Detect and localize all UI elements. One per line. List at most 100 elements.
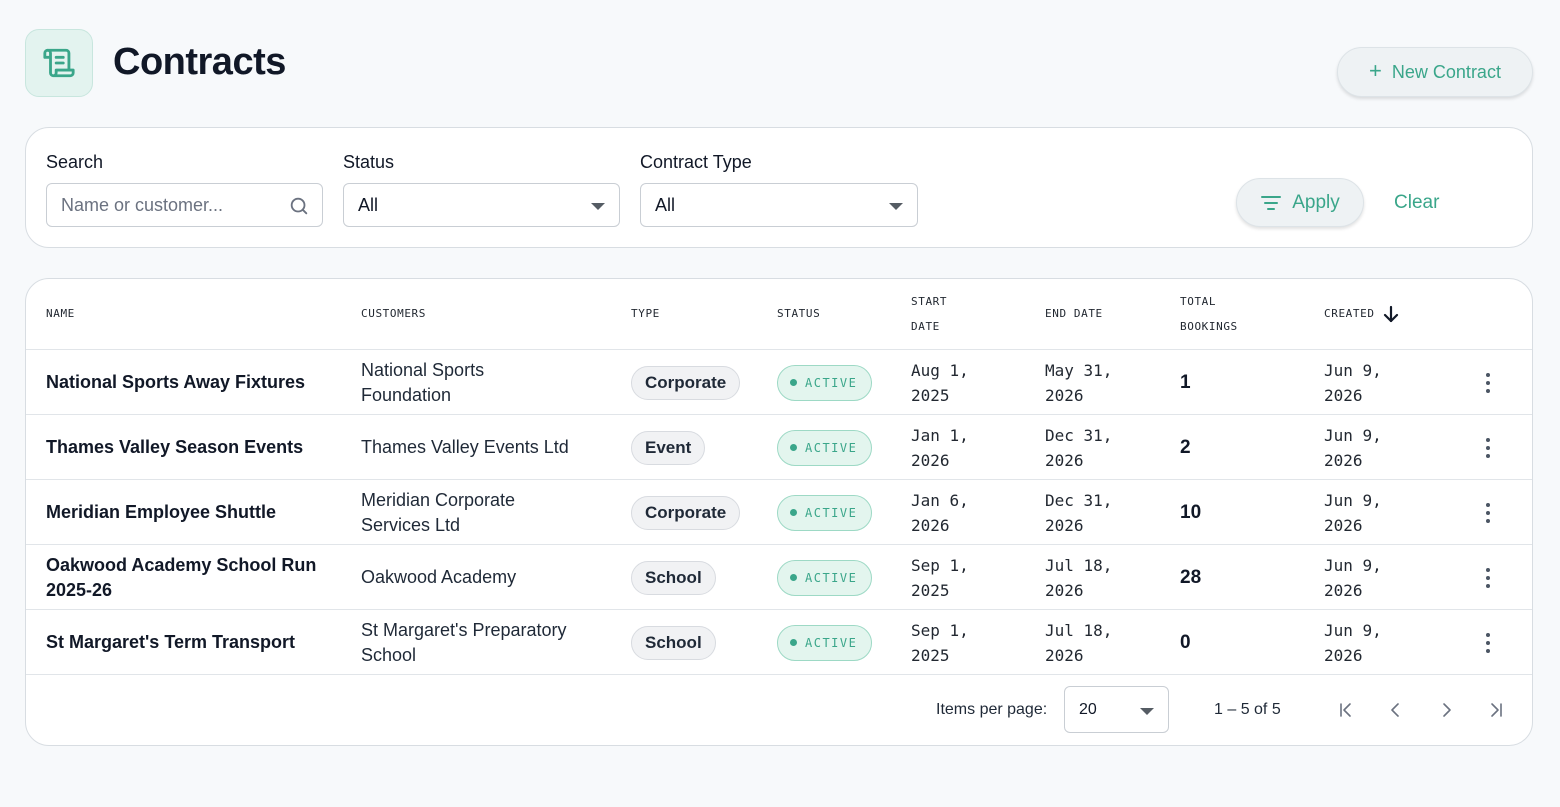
status-select[interactable]: All — [343, 183, 620, 227]
total-bookings: 10 — [1180, 501, 1202, 523]
row-actions-button[interactable] — [1476, 350, 1500, 415]
start-date-line2: 2025 — [911, 580, 950, 600]
column-header-start-date-line1: START — [911, 295, 948, 308]
contract-name[interactable]: St Margaret's Term Transport — [46, 610, 336, 675]
created-date-line1: Jun 9, — [1324, 555, 1382, 575]
page-header: Contracts + New Contract — [25, 29, 1533, 99]
end-date-line1: May 31, — [1045, 360, 1113, 380]
last-page-icon — [1491, 703, 1502, 717]
contract-name[interactable]: National Sports Away Fixtures — [46, 350, 336, 415]
chevron-right-icon — [1443, 703, 1451, 717]
end-date-line2: 2026 — [1045, 385, 1084, 405]
new-contract-button[interactable]: + New Contract — [1337, 47, 1533, 97]
start-date-line2: 2025 — [911, 645, 950, 665]
status-dot-icon — [790, 574, 797, 581]
clear-button[interactable]: Clear — [1394, 192, 1439, 214]
first-page-button[interactable] — [1334, 699, 1358, 721]
last-page-button[interactable] — [1484, 699, 1508, 721]
created-date-line1: Jun 9, — [1324, 360, 1382, 380]
contract-name[interactable]: Oakwood Academy School Run 2025-26 — [46, 545, 336, 610]
status-badge-label: ACTIVE — [805, 440, 858, 455]
start-date: Aug 1, 2025 — [911, 350, 1001, 415]
status-cell: ACTIVE — [777, 480, 873, 545]
contract-name-line1: Oakwood Academy School Run — [46, 554, 317, 575]
column-header-status[interactable]: STATUS — [777, 301, 820, 326]
column-header-total-bookings-line2: BOOKINGS — [1180, 320, 1238, 333]
table-row[interactable]: Oakwood Academy School Run 2025-26 Oakwood… — [26, 545, 1532, 610]
column-header-start-date-line2: DATE — [911, 320, 940, 333]
total-bookings: 28 — [1180, 566, 1202, 588]
customer-name-line1: Thames Valley Events Ltd — [361, 437, 569, 457]
table-row[interactable]: Thames Valley Season Events Thames Valley… — [26, 415, 1532, 480]
created-date-line2: 2026 — [1324, 580, 1363, 600]
chevron-down-icon — [1140, 708, 1154, 715]
table-row[interactable]: Meridian Employee Shuttle Meridian Corpor… — [26, 480, 1532, 545]
status-dot-icon — [790, 639, 797, 646]
customer-name: Thames Valley Events Ltd — [361, 415, 611, 480]
row-actions-button[interactable] — [1476, 480, 1500, 545]
scroll-icon — [43, 48, 75, 78]
more-vertical-icon — [1486, 372, 1490, 393]
search-input[interactable]: Name or customer... — [46, 183, 323, 227]
contract-type-select[interactable]: All — [640, 183, 918, 227]
plus-icon: + — [1369, 58, 1382, 83]
contract-name[interactable]: Thames Valley Season Events — [46, 415, 336, 480]
end-date-line1: Jul 18, — [1045, 620, 1113, 640]
apply-button[interactable]: Apply — [1236, 178, 1364, 227]
column-header-name[interactable]: NAME — [46, 301, 75, 326]
status-dot-icon — [790, 444, 797, 451]
customer-name: Oakwood Academy — [361, 545, 611, 610]
search-label: Search — [46, 152, 104, 172]
table-row[interactable]: National Sports Away Fixtures National Sp… — [26, 350, 1532, 415]
total-bookings: 1 — [1180, 371, 1191, 393]
status-cell: ACTIVE — [777, 415, 873, 480]
items-per-page-select[interactable]: 20 — [1064, 686, 1169, 733]
type-chip: Corporate — [631, 365, 741, 400]
contract-name-line1: National Sports Away Fixtures — [46, 372, 306, 392]
items-per-page-value: 20 — [1079, 700, 1097, 718]
more-vertical-icon — [1486, 502, 1490, 523]
row-actions-button[interactable] — [1476, 415, 1500, 480]
column-header-created-label: CREATED — [1324, 307, 1375, 320]
column-header-type[interactable]: TYPE — [631, 301, 660, 326]
start-date: Sep 1, 2025 — [911, 545, 1001, 610]
column-header-customers[interactable]: CUSTOMERS — [361, 301, 426, 326]
search-icon — [290, 197, 308, 215]
status-dot-icon — [790, 509, 797, 516]
page-title: Contracts — [113, 41, 286, 83]
next-page-button[interactable] — [1434, 699, 1458, 721]
status-badge-label: ACTIVE — [805, 375, 858, 390]
contracts-table: NAME CUSTOMERS TYPE STATUS START DATE EN… — [25, 278, 1533, 746]
start-date-line2: 2026 — [911, 515, 950, 535]
column-header-start-date[interactable]: START DATE — [911, 289, 947, 339]
end-date-line2: 2026 — [1045, 515, 1084, 535]
status-badge: ACTIVE — [777, 624, 873, 661]
start-date-line1: Jan 1, — [911, 425, 969, 445]
new-contract-label: New Contract — [1391, 61, 1501, 82]
type-chip: School — [631, 560, 716, 595]
customer-name-line1: National Sports — [361, 359, 485, 380]
filter-icon — [1261, 195, 1282, 210]
column-header-total-bookings[interactable]: TOTAL BOOKINGS — [1180, 289, 1238, 339]
row-actions-button[interactable] — [1476, 610, 1500, 675]
contract-name[interactable]: Meridian Employee Shuttle — [46, 480, 336, 545]
previous-page-button[interactable] — [1384, 699, 1408, 721]
created-date-line1: Jun 9, — [1324, 490, 1382, 510]
start-date-line1: Jan 6, — [911, 490, 969, 510]
contract-name-line1: Thames Valley Season Events — [46, 437, 304, 457]
start-date-line1: Sep 1, — [911, 620, 969, 640]
status-badge: ACTIVE — [777, 364, 873, 401]
column-header-end-date[interactable]: END DATE — [1045, 301, 1103, 326]
status-badge-label: ACTIVE — [805, 635, 858, 650]
created-date-line1: Jun 9, — [1324, 620, 1382, 640]
total-bookings: 0 — [1180, 631, 1191, 653]
chevron-down-icon — [591, 203, 605, 210]
column-header-created[interactable]: CREATED — [1324, 301, 1399, 326]
contract-type-select-value: All — [655, 194, 676, 215]
created-date-line2: 2026 — [1324, 515, 1363, 535]
row-actions-button[interactable] — [1476, 545, 1500, 610]
table-row[interactable]: St Margaret's Term Transport St Margaret'… — [26, 610, 1532, 675]
status-badge: ACTIVE — [777, 429, 873, 466]
customer-name: St Margaret's Preparatory School — [361, 610, 611, 675]
status-badge-label: ACTIVE — [805, 505, 858, 520]
